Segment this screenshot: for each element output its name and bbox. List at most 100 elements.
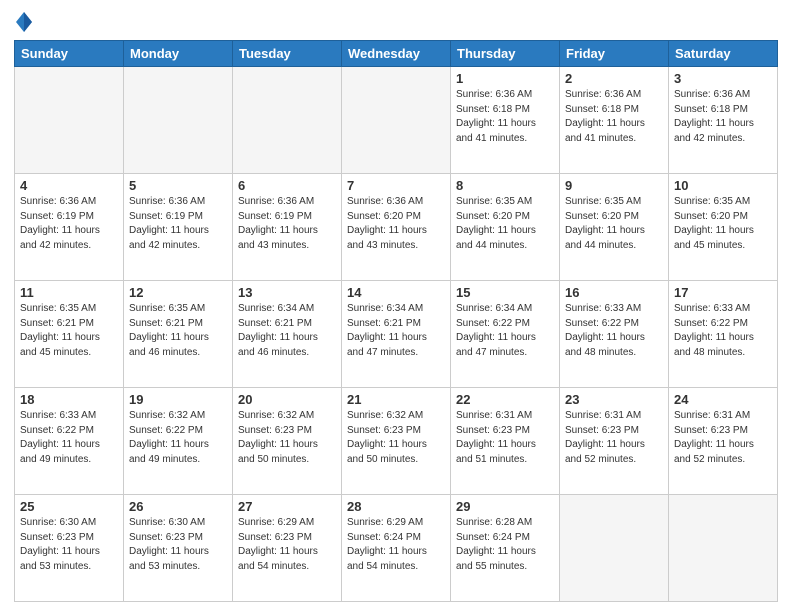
day-info: Sunrise: 6:32 AM Sunset: 6:22 PM Dayligh…: [129, 409, 227, 467]
day-info: Sunrise: 6:36 AM Sunset: 6:20 PM Dayligh…: [347, 195, 445, 253]
day-info: Sunrise: 6:35 AM Sunset: 6:21 PM Dayligh…: [129, 302, 227, 360]
calendar-cell: 7 Sunrise: 6:36 AM Sunset: 6:20 PM Daylig…: [342, 174, 451, 281]
day-info: Sunrise: 6:34 AM Sunset: 6:22 PM Dayligh…: [456, 302, 554, 360]
day-number: 7: [347, 178, 445, 193]
day-info: Sunrise: 6:36 AM Sunset: 6:19 PM Dayligh…: [238, 195, 336, 253]
day-number: 18: [20, 392, 118, 407]
calendar-cell: [342, 67, 451, 174]
calendar-cell: 17 Sunrise: 6:33 AM Sunset: 6:22 PM Dayli…: [669, 281, 778, 388]
calendar-cell: 20Sunrise: 6:32 AM Sunset: 6:23 PM Dayli…: [233, 388, 342, 495]
week-row-2: 11 Sunrise: 6:35 AM Sunset: 6:21 PM Dayli…: [15, 281, 778, 388]
day-number: 14: [347, 285, 445, 300]
calendar-cell: [669, 495, 778, 602]
calendar-cell: [124, 67, 233, 174]
logo: [14, 10, 38, 34]
calendar-cell: 28 Sunrise: 6:29 AM Sunset: 6:24 PM Dayli…: [342, 495, 451, 602]
day-number: 28: [347, 499, 445, 514]
calendar-cell: 24Sunrise: 6:31 AM Sunset: 6:23 PM Dayli…: [669, 388, 778, 495]
day-info: Sunrise: 6:33 AM Sunset: 6:22 PM Dayligh…: [20, 409, 118, 467]
day-header-thursday: Thursday: [451, 41, 560, 67]
day-info: Sunrise: 6:34 AM Sunset: 6:21 PM Dayligh…: [238, 302, 336, 360]
day-number: 12: [129, 285, 227, 300]
day-number: 26: [129, 499, 227, 514]
day-info: Sunrise: 6:35 AM Sunset: 6:21 PM Dayligh…: [20, 302, 118, 360]
day-info: Sunrise: 6:30 AM Sunset: 6:23 PM Dayligh…: [129, 516, 227, 574]
day-info: Sunrise: 6:31 AM Sunset: 6:23 PM Dayligh…: [456, 409, 554, 467]
day-number: 22: [456, 392, 554, 407]
day-number: 20: [238, 392, 336, 407]
day-header-friday: Friday: [560, 41, 669, 67]
day-number: 2: [565, 71, 663, 86]
calendar-cell: 2 Sunrise: 6:36 AM Sunset: 6:18 PM Daylig…: [560, 67, 669, 174]
week-row-1: 4 Sunrise: 6:36 AM Sunset: 6:19 PM Daylig…: [15, 174, 778, 281]
logo-icon: [14, 10, 34, 34]
day-header-monday: Monday: [124, 41, 233, 67]
calendar-cell: 1 Sunrise: 6:36 AM Sunset: 6:18 PM Daylig…: [451, 67, 560, 174]
day-number: 17: [674, 285, 772, 300]
day-number: 11: [20, 285, 118, 300]
calendar-cell: 9 Sunrise: 6:35 AM Sunset: 6:20 PM Daylig…: [560, 174, 669, 281]
day-info: Sunrise: 6:35 AM Sunset: 6:20 PM Dayligh…: [674, 195, 772, 253]
day-number: 21: [347, 392, 445, 407]
day-info: Sunrise: 6:33 AM Sunset: 6:22 PM Dayligh…: [565, 302, 663, 360]
day-number: 10: [674, 178, 772, 193]
day-number: 15: [456, 285, 554, 300]
calendar-cell: 18 Sunrise: 6:33 AM Sunset: 6:22 PM Dayli…: [15, 388, 124, 495]
calendar-cell: 26 Sunrise: 6:30 AM Sunset: 6:23 PM Dayli…: [124, 495, 233, 602]
day-number: 6: [238, 178, 336, 193]
day-number: 27: [238, 499, 336, 514]
calendar-cell: 16 Sunrise: 6:33 AM Sunset: 6:22 PM Dayli…: [560, 281, 669, 388]
day-info: Sunrise: 6:33 AM Sunset: 6:22 PM Dayligh…: [674, 302, 772, 360]
calendar-cell: [15, 67, 124, 174]
day-number: 4: [20, 178, 118, 193]
day-info: Sunrise: 6:31 AM Sunset: 6:23 PM Dayligh…: [565, 409, 663, 467]
day-info: Sunrise: 6:28 AM Sunset: 6:24 PM Dayligh…: [456, 516, 554, 574]
day-header-sunday: Sunday: [15, 41, 124, 67]
calendar-cell: 21 Sunrise: 6:32 AM Sunset: 6:23 PM Dayli…: [342, 388, 451, 495]
day-info: Sunrise: 6:35 AM Sunset: 6:20 PM Dayligh…: [565, 195, 663, 253]
day-number: 1: [456, 71, 554, 86]
day-info: Sunrise: 6:31 AM Sunset: 6:23 PM Dayligh…: [674, 409, 772, 467]
week-row-4: 25Sunrise: 6:30 AM Sunset: 6:23 PM Dayli…: [15, 495, 778, 602]
day-info: Sunrise: 6:29 AM Sunset: 6:24 PM Dayligh…: [347, 516, 445, 574]
header: [14, 10, 778, 34]
day-info: Sunrise: 6:36 AM Sunset: 6:18 PM Dayligh…: [565, 88, 663, 146]
day-number: 9: [565, 178, 663, 193]
day-number: 23: [565, 392, 663, 407]
calendar-cell: 19 Sunrise: 6:32 AM Sunset: 6:22 PM Dayli…: [124, 388, 233, 495]
day-info: Sunrise: 6:35 AM Sunset: 6:20 PM Dayligh…: [456, 195, 554, 253]
calendar-cell: 11 Sunrise: 6:35 AM Sunset: 6:21 PM Dayli…: [15, 281, 124, 388]
calendar-cell: 6 Sunrise: 6:36 AM Sunset: 6:19 PM Daylig…: [233, 174, 342, 281]
calendar-cell: 8 Sunrise: 6:35 AM Sunset: 6:20 PM Daylig…: [451, 174, 560, 281]
week-row-3: 18 Sunrise: 6:33 AM Sunset: 6:22 PM Dayli…: [15, 388, 778, 495]
day-info: Sunrise: 6:36 AM Sunset: 6:19 PM Dayligh…: [20, 195, 118, 253]
day-number: 19: [129, 392, 227, 407]
day-header-wednesday: Wednesday: [342, 41, 451, 67]
day-info: Sunrise: 6:36 AM Sunset: 6:18 PM Dayligh…: [456, 88, 554, 146]
day-number: 8: [456, 178, 554, 193]
day-number: 13: [238, 285, 336, 300]
calendar-cell: 29 Sunrise: 6:28 AM Sunset: 6:24 PM Dayli…: [451, 495, 560, 602]
day-header-saturday: Saturday: [669, 41, 778, 67]
calendar-cell: 15 Sunrise: 6:34 AM Sunset: 6:22 PM Dayli…: [451, 281, 560, 388]
calendar-cell: 27 Sunrise: 6:29 AM Sunset: 6:23 PM Dayli…: [233, 495, 342, 602]
calendar-header-row: SundayMondayTuesdayWednesdayThursdayFrid…: [15, 41, 778, 67]
calendar-cell: 13 Sunrise: 6:34 AM Sunset: 6:21 PM Dayli…: [233, 281, 342, 388]
calendar-cell: 10 Sunrise: 6:35 AM Sunset: 6:20 PM Dayli…: [669, 174, 778, 281]
day-info: Sunrise: 6:30 AM Sunset: 6:23 PM Dayligh…: [20, 516, 118, 574]
calendar-cell: 3Sunrise: 6:36 AM Sunset: 6:18 PM Daylig…: [669, 67, 778, 174]
calendar-cell: [560, 495, 669, 602]
calendar: SundayMondayTuesdayWednesdayThursdayFrid…: [14, 40, 778, 602]
calendar-cell: 25Sunrise: 6:30 AM Sunset: 6:23 PM Dayli…: [15, 495, 124, 602]
day-number: 16: [565, 285, 663, 300]
calendar-cell: [233, 67, 342, 174]
day-number: 29: [456, 499, 554, 514]
week-row-0: 1 Sunrise: 6:36 AM Sunset: 6:18 PM Daylig…: [15, 67, 778, 174]
calendar-cell: 23 Sunrise: 6:31 AM Sunset: 6:23 PM Dayli…: [560, 388, 669, 495]
day-info: Sunrise: 6:32 AM Sunset: 6:23 PM Dayligh…: [347, 409, 445, 467]
day-info: Sunrise: 6:34 AM Sunset: 6:21 PM Dayligh…: [347, 302, 445, 360]
calendar-cell: 4 Sunrise: 6:36 AM Sunset: 6:19 PM Daylig…: [15, 174, 124, 281]
day-info: Sunrise: 6:29 AM Sunset: 6:23 PM Dayligh…: [238, 516, 336, 574]
calendar-cell: 12 Sunrise: 6:35 AM Sunset: 6:21 PM Dayli…: [124, 281, 233, 388]
calendar-cell: 22 Sunrise: 6:31 AM Sunset: 6:23 PM Dayli…: [451, 388, 560, 495]
